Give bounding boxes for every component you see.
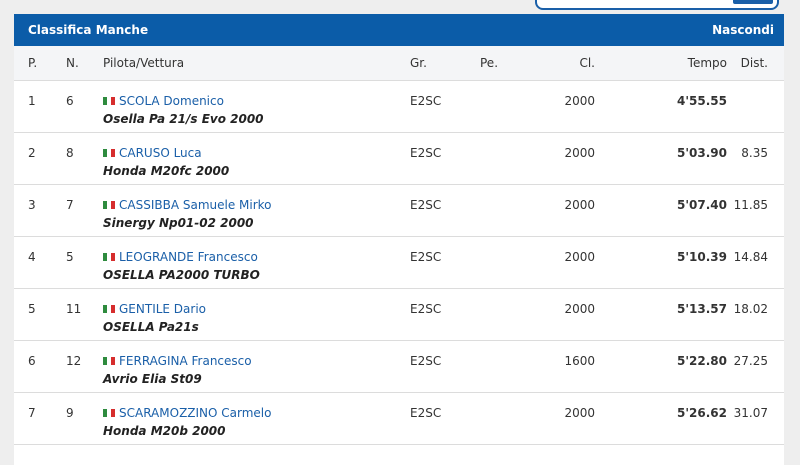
group: E2SC (410, 94, 442, 108)
time: 4'55.55 (677, 94, 727, 108)
italy-flag-icon (103, 253, 115, 261)
car-number: 11 (66, 302, 82, 316)
class: 2000 (564, 146, 595, 160)
driver-link[interactable]: SCOLA Domenico (119, 94, 224, 108)
time: 5'10.39 (677, 250, 727, 264)
time: 5'07.40 (677, 198, 727, 212)
col-header-cl[interactable]: Cl. (535, 46, 595, 81)
car-number: 12 (66, 354, 82, 368)
car-name: Sinergy Np01-02 2000 (103, 216, 254, 230)
class: 1600 (564, 354, 595, 368)
group: E2SC (410, 198, 442, 212)
penalty (480, 393, 535, 404)
car-number: 7 (66, 198, 74, 212)
table-row: 1 6 SCOLA Domenico Osella Pa 21/s Evo 2000 E… (14, 80, 784, 133)
penalty (480, 289, 535, 300)
penalty (480, 133, 535, 144)
panel-header: Classifica Manche Nascondi (14, 14, 784, 46)
driver-link[interactable]: LEOGRANDE Francesco (119, 250, 258, 264)
table-row: 2 8 CARUSO Luca Honda M20fc 2000 E2SC 2000 5'0… (14, 132, 784, 185)
position: 1 (28, 94, 36, 108)
table-row: 6 12 FERRAGINA Francesco Avrio Elia St09 E2S… (14, 340, 784, 393)
group: E2SC (410, 302, 442, 316)
car-number: 8 (66, 146, 74, 160)
position: 3 (28, 198, 36, 212)
car-name: Honda M20fc 2000 (103, 164, 230, 178)
time: 5'03.90 (677, 146, 727, 160)
position: 4 (28, 250, 36, 264)
italy-flag-icon (103, 97, 115, 105)
gap: 11.85 (733, 198, 768, 212)
class: 2000 (564, 406, 595, 420)
group: E2SC (410, 250, 442, 264)
car-number: 9 (66, 406, 74, 420)
italy-flag-icon (103, 409, 115, 417)
driver-link[interactable]: CARUSO Luca (119, 146, 202, 160)
class: 2000 (564, 302, 595, 316)
gap: 8.35 (741, 146, 768, 160)
italy-flag-icon (103, 149, 115, 157)
class: 2000 (564, 250, 595, 264)
col-header-pe[interactable]: Pe. (480, 46, 535, 81)
position: 7 (28, 406, 36, 420)
position: 5 (28, 302, 36, 316)
table-row: 7 9 SCARAMOZZINO Carmelo Honda M20b 2000 E2S… (14, 392, 784, 445)
table-row: 4 5 LEOGRANDE Francesco OSELLA PA2000 TURBO… (14, 236, 784, 289)
italy-flag-icon (103, 305, 115, 313)
italy-flag-icon (103, 357, 115, 365)
driver-link[interactable]: SCARAMOZZINO Carmelo (119, 406, 271, 420)
penalty (480, 81, 535, 92)
car-name: OSELLA Pa21s (103, 320, 199, 334)
class: 2000 (564, 94, 595, 108)
car-name: Osella Pa 21/s Evo 2000 (103, 112, 264, 126)
penalty (480, 341, 535, 352)
gap: 31.07 (733, 406, 768, 420)
car-name: Honda M20b 2000 (103, 424, 226, 438)
car-name: OSELLA PA2000 TURBO (103, 268, 260, 282)
time: 5'22.80 (677, 354, 727, 368)
gap: 18.02 (733, 302, 768, 316)
time: 5'13.57 (677, 302, 727, 316)
driver-link[interactable]: FERRAGINA Francesco (119, 354, 252, 368)
group: E2SC (410, 406, 442, 420)
group: E2SC (410, 146, 442, 160)
gap: 14.84 (733, 250, 768, 264)
gap (727, 81, 768, 92)
col-header-gr[interactable]: Gr. (410, 46, 480, 81)
car-number: 5 (66, 250, 74, 264)
results-panel: Classifica Manche Nascondi P. N. Pilota/… (14, 14, 784, 465)
col-header-pos[interactable]: P. (14, 46, 66, 81)
time: 5'26.62 (677, 406, 727, 420)
class: 2000 (564, 198, 595, 212)
position: 2 (28, 146, 36, 160)
italy-flag-icon (103, 201, 115, 209)
col-header-pilot[interactable]: Pilota/Vettura (103, 46, 410, 81)
col-header-dist[interactable]: Dist. (727, 46, 784, 81)
group: E2SC (410, 354, 442, 368)
panel-title: Classifica Manche (28, 23, 149, 37)
col-header-num[interactable]: N. (66, 46, 103, 81)
table-header-row: P. N. Pilota/Vettura Gr. Pe. Cl. Tempo D… (14, 46, 784, 81)
driver-link[interactable]: GENTILE Dario (119, 302, 206, 316)
car-name: Avrio Elia St09 (103, 372, 202, 386)
position: 6 (28, 354, 36, 368)
search-field[interactable] (535, 0, 779, 10)
car-number: 6 (66, 94, 74, 108)
penalty (480, 185, 535, 196)
table-row: 5 11 GENTILE Dario OSELLA Pa21s E2SC 2000 5'13… (14, 288, 784, 341)
gap: 27.25 (733, 354, 768, 368)
table-row: 3 7 CASSIBBA Samuele Mirko Sinergy Np01-02 … (14, 184, 784, 237)
results-table: P. N. Pilota/Vettura Gr. Pe. Cl. Tempo D… (14, 46, 784, 445)
driver-link[interactable]: CASSIBBA Samuele Mirko (119, 198, 272, 212)
col-header-tempo[interactable]: Tempo (595, 46, 727, 81)
hide-toggle-button[interactable]: Nascondi (712, 23, 774, 37)
penalty (480, 237, 535, 248)
search-button[interactable] (733, 0, 773, 4)
